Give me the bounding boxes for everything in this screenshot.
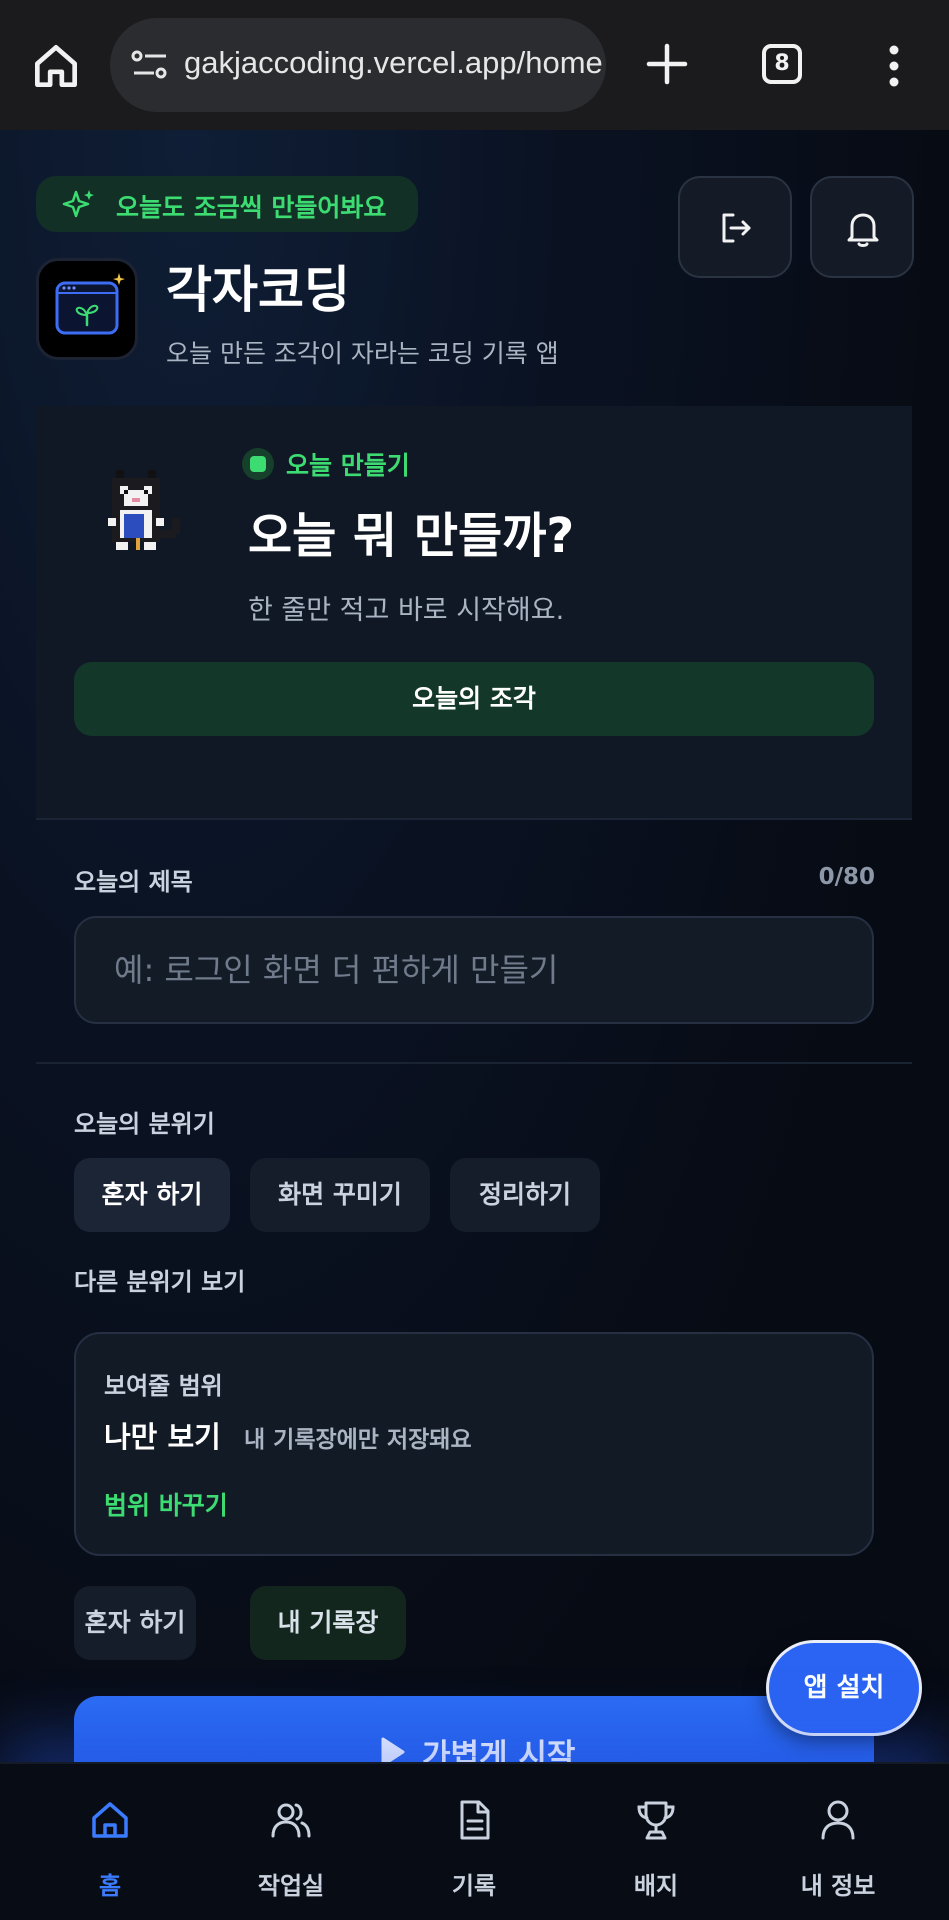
status-dot bbox=[242, 448, 274, 480]
app-logo bbox=[36, 258, 138, 360]
summary-chip-scope: 내 기록장 bbox=[250, 1586, 406, 1660]
more-menu-icon[interactable] bbox=[882, 44, 906, 88]
trophy-icon bbox=[637, 1801, 675, 1840]
site-settings-icon[interactable] bbox=[130, 48, 170, 82]
title-input[interactable] bbox=[74, 916, 874, 1024]
section-divider bbox=[36, 1062, 912, 1064]
tab-switcher-button[interactable]: 8 bbox=[762, 44, 802, 84]
mood-label: 오늘의 분위기 bbox=[74, 1110, 215, 1138]
nav-profile-label: 내 정보 bbox=[800, 1872, 876, 1900]
scope-value: 나만 보기 bbox=[104, 1420, 221, 1454]
app-subtitle: 오늘 만든 조각이 자라는 코딩 기록 앱 bbox=[166, 339, 559, 368]
user-icon bbox=[821, 1800, 855, 1840]
home-icon bbox=[92, 1802, 128, 1838]
today-card: 오늘 만들기 오늘 뭐 만들까? 한 줄만 적고 바로 시작해요. 오늘의 조각 bbox=[36, 406, 912, 820]
today-piece-button[interactable]: 오늘의 조각 bbox=[74, 662, 874, 736]
logout-icon bbox=[722, 213, 751, 243]
hero-heading: 오늘 뭐 만들까? bbox=[248, 508, 575, 564]
nav-home[interactable]: 홈 bbox=[35, 1764, 185, 1920]
scope-note: 내 기록장에만 저장돼요 bbox=[244, 1427, 472, 1453]
visibility-scope-card: 보여줄 범위 나만 보기 내 기록장에만 저장돼요 범위 바꾸기 bbox=[74, 1332, 874, 1556]
nav-workshop[interactable]: 작업실 bbox=[216, 1764, 366, 1920]
sparkle-icon bbox=[62, 190, 94, 218]
document-icon bbox=[460, 1800, 490, 1840]
browser-home-icon[interactable] bbox=[28, 38, 84, 94]
address-bar[interactable]: gakjaccoding.vercel.app/home bbox=[110, 18, 606, 112]
mood-chip-decorate[interactable]: 화면 꾸미기 bbox=[250, 1158, 430, 1232]
mood-chip-solo[interactable]: 혼자 하기 bbox=[74, 1158, 230, 1232]
bell-icon bbox=[847, 213, 879, 247]
logout-button[interactable] bbox=[678, 176, 792, 278]
summary-chip-mood: 혼자 하기 bbox=[74, 1586, 196, 1660]
nav-profile[interactable]: 내 정보 bbox=[763, 1764, 913, 1920]
nav-home-label: 홈 bbox=[98, 1872, 122, 1900]
bottom-nav: 홈 작업실 기록 배지 내 정보 bbox=[0, 1762, 949, 1920]
scope-caption: 보여줄 범위 bbox=[104, 1372, 223, 1400]
nav-records[interactable]: 기록 bbox=[399, 1764, 549, 1920]
browser-toolbar: gakjaccoding.vercel.app/home 8 bbox=[0, 0, 949, 130]
tagline-badge: 오늘도 조금씩 만들어봐요 bbox=[36, 176, 418, 232]
more-moods-link[interactable]: 다른 분위기 보기 bbox=[74, 1262, 245, 1297]
hero-subtext: 한 줄만 적고 바로 시작해요. bbox=[248, 595, 565, 626]
title-counter: 0/80 bbox=[818, 864, 875, 890]
new-tab-icon[interactable] bbox=[645, 42, 689, 86]
users-icon bbox=[271, 1803, 311, 1838]
nav-workshop-label: 작업실 bbox=[257, 1872, 325, 1900]
notifications-button[interactable] bbox=[810, 176, 914, 278]
mood-chip-organize[interactable]: 정리하기 bbox=[450, 1158, 600, 1232]
install-app-button[interactable]: 앱 설치 bbox=[766, 1640, 922, 1736]
nav-badges[interactable]: 배지 bbox=[581, 1764, 731, 1920]
nav-badges-label: 배지 bbox=[633, 1872, 679, 1900]
tagline-text: 오늘도 조금씩 만들어봐요 bbox=[116, 193, 387, 222]
app-title: 각자코딩 bbox=[166, 261, 350, 319]
today-make-label: 오늘 만들기 bbox=[286, 451, 410, 480]
pixel-cat-mascot bbox=[108, 470, 180, 550]
home-page: 오늘도 조금씩 만들어봐요 각자코딩 오늘 만든 조각이 자라는 코딩 기록 앱 bbox=[0, 130, 949, 1920]
sprout-window-icon bbox=[55, 273, 125, 335]
url-text: gakjaccoding.vercel.app/home bbox=[184, 45, 603, 80]
title-label: 오늘의 제목 bbox=[74, 868, 193, 896]
change-scope-link[interactable]: 범위 바꾸기 bbox=[104, 1486, 228, 1522]
nav-records-label: 기록 bbox=[451, 1872, 497, 1900]
